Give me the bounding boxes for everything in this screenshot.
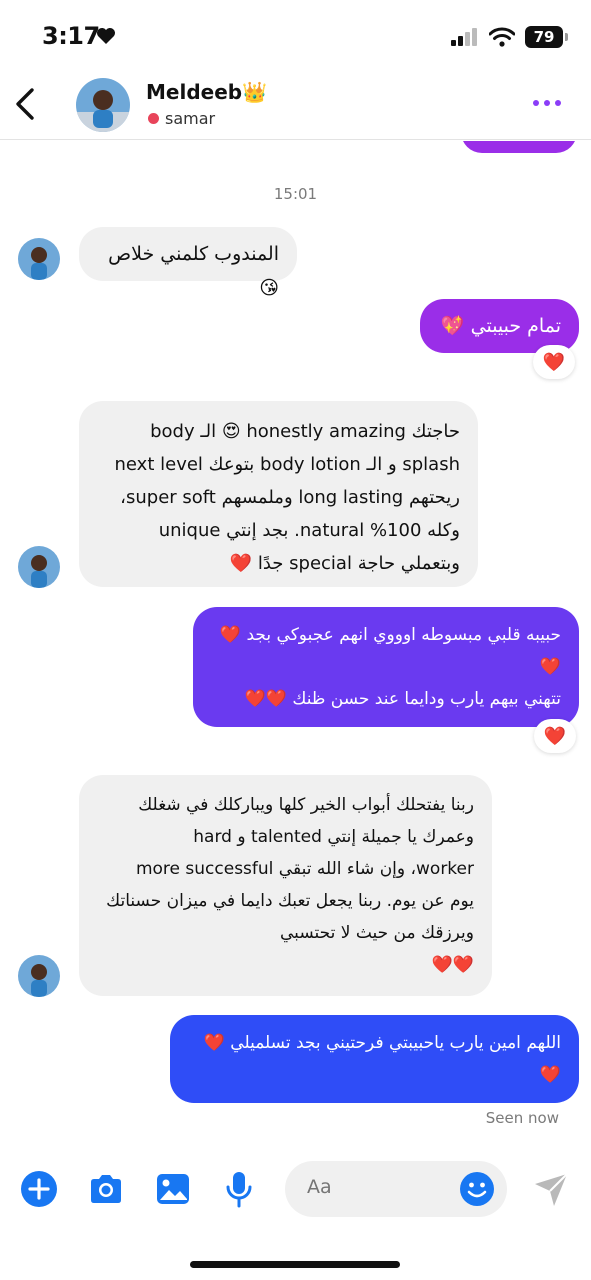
dot-icon xyxy=(533,100,539,106)
clock: 3:17 xyxy=(42,22,100,50)
message-bubble-incoming[interactable]: حاجتك honestly amazing 😍 الـ body splash… xyxy=(79,401,478,587)
sender-avatar[interactable] xyxy=(18,546,60,588)
message-list[interactable]: 15:01 المندوب كلمني خلاص 😘 تمام حبيبتي 💖… xyxy=(0,141,591,1141)
message-input[interactable] xyxy=(307,1176,437,1198)
message-bubble-outgoing[interactable]: اللهم امين يارب ياحبيبتي فرحتيني بجد تسل… xyxy=(170,1015,579,1103)
emoji-icon[interactable] xyxy=(459,1171,495,1207)
message-text: تمام حبيبتي 💖 xyxy=(440,315,561,337)
reaction-badge[interactable]: ❤️ xyxy=(533,345,575,379)
contact-name[interactable]: Meldeeb👑 xyxy=(146,80,267,104)
reaction-badge[interactable]: ❤️ xyxy=(534,719,576,753)
message-text: المندوب كلمني خلاص 😘 xyxy=(108,243,279,299)
dot-icon xyxy=(544,100,550,106)
avatar-photo xyxy=(18,955,60,997)
sender-avatar[interactable] xyxy=(18,955,60,997)
sender-avatar[interactable] xyxy=(18,238,60,280)
contact-status: samar xyxy=(148,109,215,128)
status-label: samar xyxy=(165,109,216,128)
microphone-icon[interactable] xyxy=(220,1170,258,1208)
wifi-icon xyxy=(489,27,515,47)
message-line: ❤️ xyxy=(539,657,561,677)
message-line: تتهني بيهم يارب ودايما عند حسن ظنك ❤️❤️ xyxy=(244,689,561,709)
message-line: حبيبه قلبي مبسوطه اوووي انهم عجبوكي بجد … xyxy=(219,625,561,645)
avatar-photo xyxy=(18,238,60,280)
avatar-photo xyxy=(18,546,60,588)
status-indicators: 79 xyxy=(451,26,568,48)
message-bubble-incoming[interactable]: المندوب كلمني خلاص 😘 xyxy=(79,227,297,299)
message-line: اللهم امين يارب ياحبيبتي فرحتيني بجد تسل… xyxy=(203,1033,561,1053)
message-line: وبتعملي حاجة special جدًا ❤️ xyxy=(229,553,460,574)
more-options-button[interactable] xyxy=(533,100,561,106)
gallery-icon[interactable] xyxy=(154,1170,192,1208)
dot-icon xyxy=(555,100,561,106)
home-indicator[interactable] xyxy=(190,1261,400,1268)
message-line: ❤️ xyxy=(539,1065,561,1085)
seen-indicator: Seen now xyxy=(485,1109,559,1127)
conversation-header: Meldeeb👑 samar xyxy=(0,72,591,140)
message-line: وعمرك يا جميلة إنتي talented و hard xyxy=(193,827,474,847)
back-arrow-icon[interactable] xyxy=(10,86,40,122)
message-composer xyxy=(0,1150,591,1230)
message-line: worker، وإن شاء الله تبقي more successfu… xyxy=(135,859,474,879)
message-line: وكله 100% natural. بجد إنتي unique xyxy=(158,520,460,541)
send-icon[interactable] xyxy=(532,1170,570,1208)
message-line: يوم عن يوم. ربنا يجعل تعبك دايما في ميزا… xyxy=(106,891,474,911)
message-input-box[interactable] xyxy=(285,1161,507,1217)
message-line: ويرزقك من حيث لا تحتسبي xyxy=(280,923,474,943)
battery-icon: 79 xyxy=(525,26,568,48)
avatar-photo xyxy=(76,78,130,132)
signal-icon xyxy=(451,28,477,46)
status-bar: 3:17 79 xyxy=(0,0,591,72)
message-line: splash و الـ body lotion بتوعك next leve… xyxy=(114,454,460,475)
camera-icon[interactable] xyxy=(87,1170,125,1208)
message-line: ريحتهم long lasting وملمسهم super soft، xyxy=(120,487,460,508)
heart-icon xyxy=(97,28,115,44)
plus-icon[interactable] xyxy=(20,1170,58,1208)
status-dot-icon xyxy=(148,113,159,124)
message-line: ❤️❤️ xyxy=(431,955,474,975)
message-bubble-outgoing[interactable]: حبيبه قلبي مبسوطه اوووي انهم عجبوكي بجد … xyxy=(193,607,579,727)
contact-avatar[interactable] xyxy=(76,78,130,132)
previous-message-bubble[interactable] xyxy=(461,141,577,153)
message-line: حاجتك honestly amazing 😍 الـ body xyxy=(150,421,460,442)
message-bubble-incoming[interactable]: ربنا يفتحلك أبواب الخير كلها ويباركلك في… xyxy=(79,775,492,996)
timestamp: 15:01 xyxy=(273,185,318,203)
message-line: ربنا يفتحلك أبواب الخير كلها ويباركلك في… xyxy=(138,795,474,815)
